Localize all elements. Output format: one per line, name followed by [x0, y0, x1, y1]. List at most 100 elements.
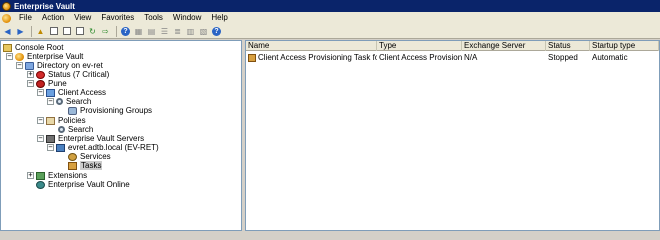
client-access-icon — [46, 88, 55, 97]
tree-item-search[interactable]: Search — [49, 125, 93, 134]
up-folder-icon[interactable]: ▲ — [35, 26, 46, 37]
tree-item-status[interactable]: + Status (7 Critical) — [27, 70, 109, 79]
menu-favorites[interactable]: Favorites — [96, 12, 139, 24]
console-root-icon — [3, 43, 12, 52]
collapse-icon[interactable]: − — [16, 62, 23, 69]
filter-icon[interactable]: ▧ — [198, 26, 209, 37]
window-title: Enterprise Vault — [14, 1, 75, 11]
show-hide-tree-icon[interactable] — [48, 26, 59, 37]
tasks-icon — [68, 161, 77, 170]
details-view-icon[interactable]: ≣ — [172, 26, 183, 37]
help-icon[interactable]: ? — [120, 26, 131, 37]
menu-view[interactable]: View — [69, 12, 96, 24]
result-list: Name Type Exchange Server Status Startup… — [245, 40, 660, 231]
tree-item-tasks[interactable]: Tasks — [59, 161, 103, 170]
tree-label: Policies — [58, 116, 86, 125]
export-list-icon[interactable]: ⇨ — [100, 26, 111, 37]
tree-item-enterprise-vault[interactable]: − Enterprise Vault — [6, 52, 83, 61]
tree-label: Client Access — [58, 88, 107, 97]
menu-help[interactable]: Help — [206, 12, 232, 24]
forward-icon[interactable]: ▶ — [15, 26, 26, 37]
tree-label: Enterprise Vault Servers — [58, 134, 145, 143]
column-header-exchange-server[interactable]: Exchange Server — [462, 41, 546, 51]
enterprise-vault-app-icon — [2, 1, 11, 11]
online-icon — [36, 180, 45, 189]
column-header-startup-type[interactable]: Startup type — [590, 41, 659, 51]
toolbar-separator — [31, 25, 32, 37]
policies-icon — [46, 116, 55, 125]
tree-item-extensions[interactable]: + Extensions — [27, 171, 87, 180]
collapse-icon[interactable]: − — [37, 117, 44, 124]
expand-icon[interactable]: + — [27, 172, 34, 179]
menu-action[interactable]: Action — [37, 12, 69, 24]
tree-label: Tasks — [80, 161, 103, 170]
site-icon — [36, 79, 45, 88]
menu-tools[interactable]: Tools — [139, 12, 168, 24]
properties-icon[interactable] — [74, 26, 85, 37]
collapse-icon[interactable]: − — [37, 135, 44, 142]
cell-exchange-server: N/A — [464, 53, 478, 62]
column-header-name[interactable]: Name — [246, 41, 377, 51]
search-icon — [58, 126, 65, 133]
collapse-icon[interactable]: − — [37, 89, 44, 96]
tree-item-client-access[interactable]: − Client Access — [37, 88, 106, 97]
list-view-icon[interactable]: ☰ — [159, 26, 170, 37]
collapse-icon[interactable]: − — [47, 98, 54, 105]
cell-status: Stopped — [548, 53, 578, 62]
tree-item-ev-online[interactable]: Enterprise Vault Online — [27, 180, 130, 189]
delete-icon[interactable] — [61, 26, 72, 37]
tree-label: Directory on ev-ret — [37, 61, 103, 70]
cell-type: Client Access Provisioning — [379, 53, 462, 62]
tree-item-console-root[interactable]: Console Root — [3, 43, 63, 52]
task-icon — [248, 54, 256, 62]
enterprise-vault-icon — [15, 52, 24, 61]
tree-label: Pune — [48, 79, 67, 88]
tree-item-policies[interactable]: − Policies — [37, 116, 86, 125]
column-header-type[interactable]: Type — [377, 41, 462, 51]
collapse-icon[interactable]: − — [47, 144, 54, 151]
critical-status-icon — [36, 70, 45, 79]
column-header-status[interactable]: Status — [546, 41, 590, 51]
tree-label: Search — [66, 97, 92, 106]
search-icon — [56, 98, 63, 105]
tree-item-directory[interactable]: − Directory on ev-ret — [16, 61, 103, 70]
menu-window[interactable]: Window — [168, 12, 206, 24]
refresh-icon[interactable]: ↻ — [87, 26, 98, 37]
services-icon — [68, 152, 77, 161]
tree-item-server[interactable]: − evret.adtb.local (EV-RET) — [47, 143, 159, 152]
expand-icon[interactable]: + — [27, 71, 34, 78]
cell-name: Client Access Provisioning Task for ADIT… — [246, 53, 377, 63]
collapse-icon[interactable]: − — [27, 80, 34, 87]
small-icons-view-icon[interactable]: ▤ — [146, 26, 157, 37]
list-header: Name Type Exchange Server Status Startup… — [246, 41, 659, 51]
servers-icon — [46, 134, 55, 143]
tree-label: Enterprise Vault Online — [48, 180, 130, 189]
console-tree: Console Root − Enterprise Vault − Direct… — [0, 40, 242, 231]
cell-startup-type: Automatic — [592, 53, 628, 62]
document-menu-icon[interactable] — [2, 13, 11, 23]
table-row[interactable]: Client Access Provisioning Task for ADIT… — [246, 53, 659, 63]
tree-item-provisioning-groups[interactable]: Provisioning Groups — [59, 106, 152, 115]
info-icon[interactable]: ? — [211, 26, 222, 37]
extensions-icon — [36, 171, 45, 180]
tree-item-site[interactable]: − Pune — [27, 79, 67, 88]
server-icon — [56, 143, 65, 152]
toolbar: ◀ ▶ ▲ ↻ ⇨ ? ▦ ▤ ☰ ≣ ▥ ▧ ? — [0, 24, 660, 39]
directory-icon — [25, 61, 34, 70]
tree-item-search[interactable]: − Search — [47, 97, 91, 106]
tree-item-services[interactable]: Services — [59, 152, 111, 161]
columns-icon[interactable]: ▥ — [185, 26, 196, 37]
back-icon[interactable]: ◀ — [2, 26, 13, 37]
collapse-icon[interactable]: − — [6, 53, 13, 60]
menu-bar: File Action View Favorites Tools Window … — [0, 12, 660, 24]
tree-label: Search — [68, 125, 94, 134]
tree-label: Console Root — [15, 43, 64, 52]
tree-label: Enterprise Vault — [27, 52, 84, 61]
tree-label: Provisioning Groups — [80, 106, 153, 115]
tree-item-ev-servers[interactable]: − Enterprise Vault Servers — [37, 134, 144, 143]
tree-label: Status (7 Critical) — [48, 70, 110, 79]
toolbar-separator — [116, 25, 117, 37]
large-icons-view-icon[interactable]: ▦ — [133, 26, 144, 37]
menu-file[interactable]: File — [14, 12, 37, 24]
main-area: Console Root − Enterprise Vault − Direct… — [0, 40, 660, 231]
